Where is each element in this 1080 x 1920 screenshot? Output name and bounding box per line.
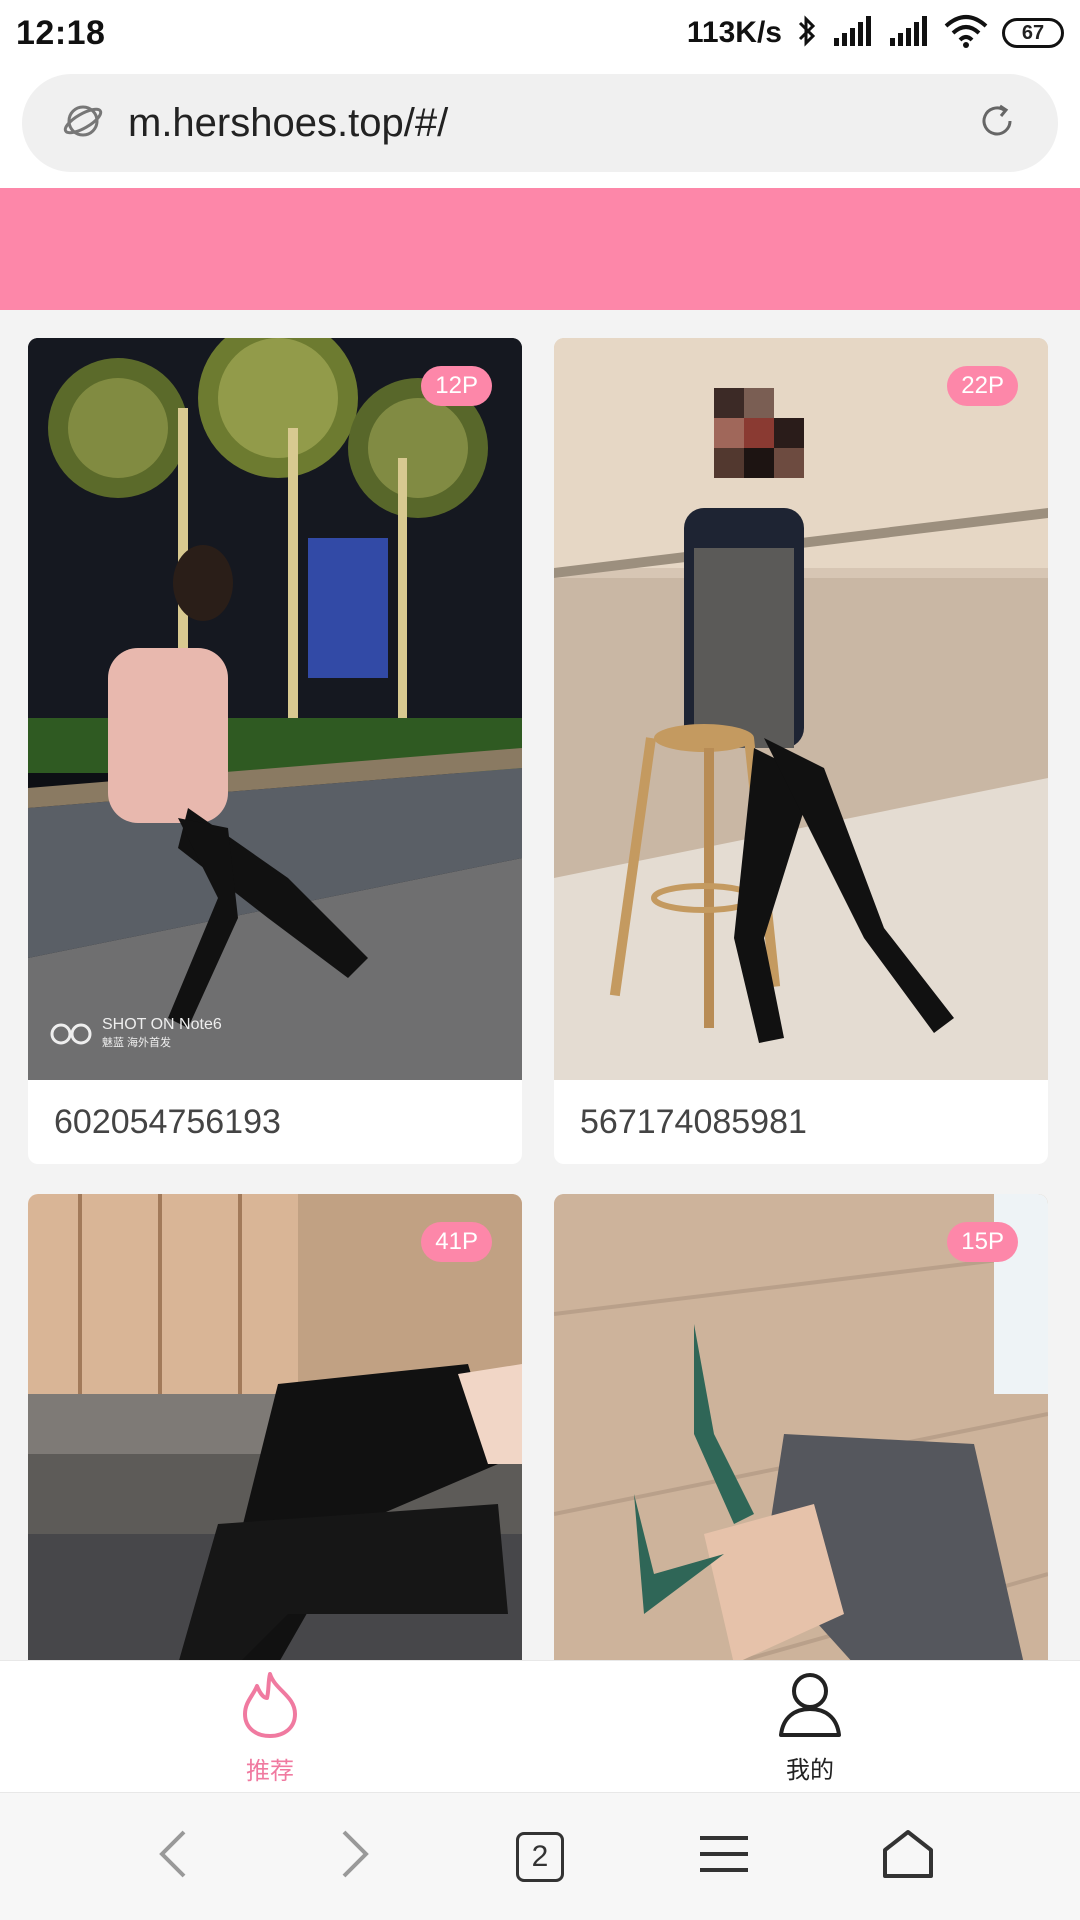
address-bar[interactable]: m.hershoes.top/#/ xyxy=(22,74,1058,172)
product-photo[interactable]: 41P xyxy=(28,1194,522,1660)
header-banner xyxy=(0,188,1080,310)
bottom-tab-bar: 推荐 我的 xyxy=(0,1660,1080,1792)
watermark-line-1: SHOT ON Note6 xyxy=(102,1016,222,1033)
home-icon xyxy=(881,1828,935,1885)
signal-icon xyxy=(832,15,874,51)
product-id: 602054756193 xyxy=(54,1102,281,1141)
user-icon xyxy=(775,1669,845,1744)
menu-icon xyxy=(698,1832,750,1881)
product-card[interactable]: 41P xyxy=(28,1194,522,1660)
wifi-icon xyxy=(944,14,988,53)
tabs-button[interactable]: 2 xyxy=(495,1812,585,1902)
photo-count-badge: 15P xyxy=(947,1222,1018,1262)
home-button[interactable] xyxy=(863,1812,953,1902)
battery-icon: 67 xyxy=(1002,18,1064,48)
product-id: 567174085981 xyxy=(580,1102,807,1141)
status-bar: 12:18 113K/s 67 xyxy=(0,0,1080,66)
status-indicators: 113K/s 67 xyxy=(687,14,1064,53)
tabs-icon: 2 xyxy=(516,1831,564,1882)
status-time: 12:18 xyxy=(16,13,106,52)
tab-recommend-label: 推荐 xyxy=(246,1757,294,1785)
photo-count-badge: 41P xyxy=(421,1222,492,1262)
photo-count-badge: 12P xyxy=(421,366,492,406)
photo-count-badge: 22P xyxy=(947,366,1018,406)
product-photo[interactable]: 15P xyxy=(554,1194,1048,1660)
tab-mine-label: 我的 xyxy=(786,1756,834,1784)
product-photo[interactable]: 12P SHOT ON Note6 魅蓝 海外首发 xyxy=(28,338,522,1080)
tab-recommend[interactable]: 推荐 xyxy=(0,1661,540,1792)
product-card[interactable]: 22P 567174085981 xyxy=(554,338,1048,1164)
site-icon xyxy=(62,100,104,147)
camera-watermark: SHOT ON Note6 魅蓝 海外首发 xyxy=(50,1016,222,1052)
product-grid: 12P SHOT ON Note6 魅蓝 海外首发 602054756193 2… xyxy=(0,310,1080,1660)
back-icon xyxy=(154,1828,190,1885)
watermark-line-2: 魅蓝 海外首发 xyxy=(102,1037,172,1049)
menu-button[interactable] xyxy=(679,1812,769,1902)
tab-mine[interactable]: 我的 xyxy=(540,1661,1080,1792)
forward-button[interactable] xyxy=(311,1812,401,1902)
product-photo[interactable]: 22P xyxy=(554,338,1048,1080)
flame-icon xyxy=(235,1668,305,1745)
forward-icon xyxy=(338,1828,374,1885)
product-card[interactable]: 15P xyxy=(554,1194,1048,1660)
network-speed: 113K/s xyxy=(686,16,782,49)
browser-nav-bar: 2 xyxy=(0,1792,1080,1920)
bluetooth-icon xyxy=(796,14,818,53)
url-text[interactable]: m.hershoes.top/#/ xyxy=(128,101,976,146)
product-card[interactable]: 12P SHOT ON Note6 魅蓝 海外首发 602054756193 xyxy=(28,338,522,1164)
signal-icon xyxy=(888,15,930,51)
reload-icon[interactable] xyxy=(976,100,1018,147)
back-button[interactable] xyxy=(127,1812,217,1902)
